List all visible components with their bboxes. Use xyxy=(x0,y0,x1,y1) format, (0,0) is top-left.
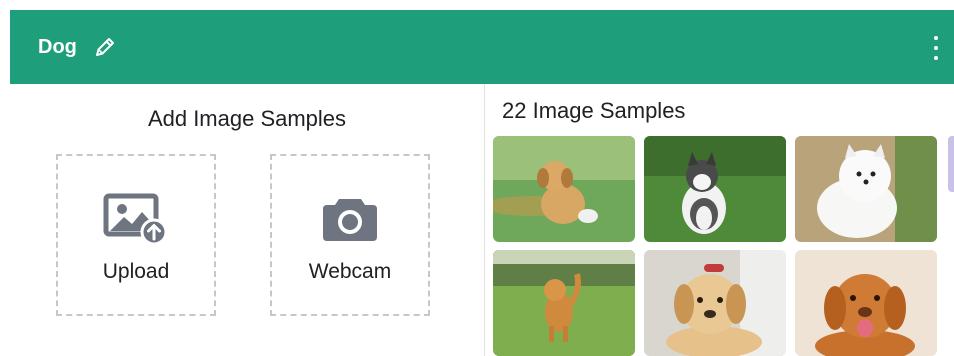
sample-thumbnail[interactable] xyxy=(493,250,635,356)
scroll-peek xyxy=(948,136,954,192)
webcam-label: Webcam xyxy=(308,260,392,283)
sample-thumbnail[interactable] xyxy=(644,250,786,356)
add-samples-title: Add Image Samples xyxy=(147,106,347,131)
add-samples-panel: Add Image Samples Upload Webcam xyxy=(10,84,484,356)
sample-thumbnail[interactable] xyxy=(795,136,937,242)
sample-thumbnail[interactable] xyxy=(493,136,635,242)
samples-count: 22 Image Samples xyxy=(502,98,686,123)
sample-thumbnail[interactable] xyxy=(795,250,937,356)
class-header: Dog xyxy=(10,10,954,84)
sample-thumbnail[interactable] xyxy=(644,136,786,242)
webcam-button[interactable]: Webcam xyxy=(270,154,430,316)
samples-panel: 22 Image Samples xyxy=(485,84,954,356)
kebab-menu-icon[interactable] xyxy=(930,36,942,60)
upload-label: Upload xyxy=(102,260,170,283)
pencil-icon[interactable] xyxy=(93,35,117,59)
camera-icon xyxy=(316,190,384,246)
class-name[interactable]: Dog xyxy=(38,36,77,59)
class-card: Dog Add Image Samples Upload Webcam 22 I… xyxy=(10,10,954,356)
upload-button[interactable]: Upload xyxy=(56,154,216,316)
image-upload-icon xyxy=(102,190,170,246)
